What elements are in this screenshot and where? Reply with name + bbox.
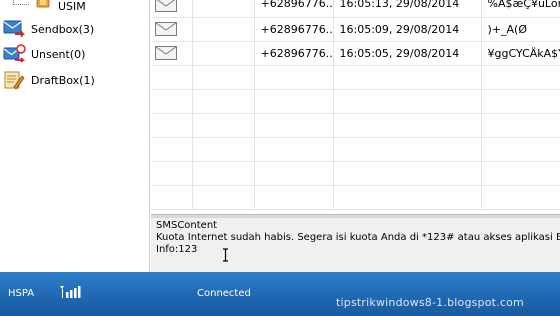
folder-tree: USIM Sendbox(3) Unsent(0) DraftBox(1) — [0, 0, 150, 272]
content-cell: %A$æÇ¥uLom — [481, 0, 560, 18]
empty-row — [151, 137, 560, 162]
table-row[interactable]: +62896776... 16:05:05, 29/08/2014 ¥ggCYC… — [151, 41, 560, 66]
empty-row — [151, 65, 560, 90]
number-cell: +62896776... — [254, 0, 334, 18]
number-cell: +62896776... — [254, 17, 334, 42]
empty-row — [151, 185, 560, 210]
status-cell — [192, 0, 255, 18]
text-cursor-icon — [223, 248, 228, 262]
content-body-line: Kuota Internet sudah habis. Segera isi k… — [156, 232, 560, 243]
status-cell — [192, 17, 255, 42]
empty-row — [151, 113, 560, 138]
status-cell — [192, 41, 255, 66]
type-cell — [151, 41, 193, 66]
status-bar: HSPA Connected tipstrikwindows8-1.blogsp… — [0, 272, 560, 316]
sendbox-icon — [3, 20, 26, 38]
network-type: HSPA — [8, 288, 35, 299]
signal-icon — [60, 286, 81, 298]
time-cell: 16:05:09, 29/08/2014 — [333, 17, 482, 42]
table-row[interactable]: +62896776... 16:05:13, 29/08/2014 %A$æÇ¥… — [151, 0, 560, 18]
folder-label: Sendbox(3) — [31, 22, 95, 36]
content-cell: ¥ggCYCÄkA$YC — [481, 41, 560, 66]
empty-row — [151, 161, 560, 186]
folder-item-usim[interactable]: USIM — [0, 0, 150, 17]
number-cell: +62896776... — [254, 41, 334, 66]
unsent-icon — [3, 44, 26, 63]
content-body-line: Info:123 — [156, 244, 198, 255]
folder-label: DraftBox(1) — [31, 73, 95, 87]
time-cell: 16:05:05, 29/08/2014 — [333, 41, 482, 66]
folder-item-draftbox[interactable]: DraftBox(1) — [3, 70, 95, 90]
folder-item-sendbox[interactable]: Sendbox(3) — [3, 19, 94, 39]
time-cell: 16:05:13, 29/08/2014 — [333, 0, 482, 18]
type-cell — [151, 17, 193, 42]
envelope-icon — [155, 22, 177, 36]
connection-status: Connected — [197, 288, 251, 299]
message-table: +62896776... 16:05:13, 29/08/2014 %A$æÇ¥… — [151, 0, 560, 210]
message-list: +62896776... 16:05:13, 29/08/2014 %A$æÇ¥… — [151, 0, 560, 214]
envelope-icon — [155, 0, 177, 13]
tree-connector — [13, 4, 29, 5]
sim-icon — [36, 0, 50, 8]
folder-label: Unsent(0) — [31, 47, 86, 61]
envelope-icon — [155, 46, 177, 60]
content-cell: )+_A(Ø — [481, 17, 560, 42]
sms-content-panel[interactable]: SMSContent Kuota Internet sudah habis. S… — [151, 218, 560, 272]
draftbox-icon — [4, 71, 25, 90]
table-row[interactable]: +62896776... 16:05:09, 29/08/2014 )+_A(Ø — [151, 17, 560, 42]
folder-item-unsent[interactable]: Unsent(0) — [3, 44, 85, 64]
content-title: SMSContent — [156, 220, 218, 231]
folder-label: USIM — [58, 0, 86, 13]
empty-row — [151, 89, 560, 114]
watermark-text: tipstrikwindows8-1.blogspot.com — [336, 296, 524, 309]
type-cell — [151, 0, 193, 18]
